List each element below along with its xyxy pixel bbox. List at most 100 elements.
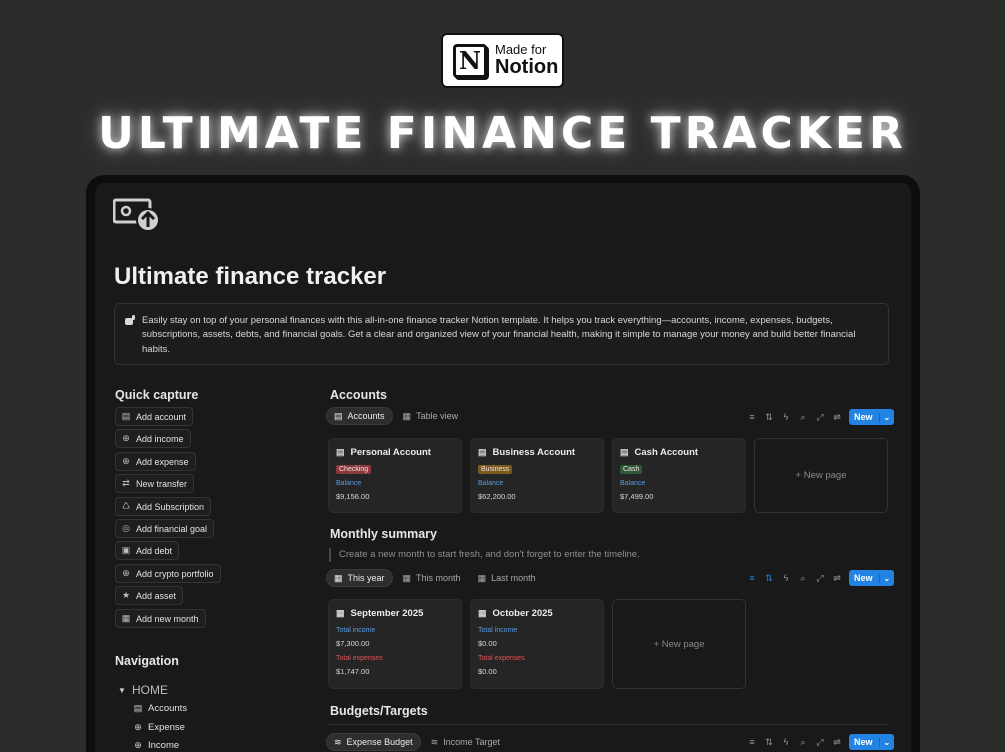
tab-table-view[interactable]: ▦ Table view xyxy=(396,407,466,425)
button-label: Add new month xyxy=(136,613,199,624)
monthly-summary-hint: Create a new month to start fresh, and d… xyxy=(329,548,640,562)
button-label: New transfer xyxy=(136,478,188,489)
automation-icon[interactable]: ϟ xyxy=(778,734,794,750)
month-card[interactable]: ▦ September 2025 Total income $7,300.00 T… xyxy=(328,599,462,689)
card-title-text: Personal Account xyxy=(350,447,431,458)
sort-icon[interactable]: ⇅ xyxy=(761,734,777,750)
search-icon[interactable]: ⌕ xyxy=(795,734,811,750)
total-expenses-label: Total expenses xyxy=(336,655,383,662)
made-for-notion-badge: N Made for Notion xyxy=(441,33,564,88)
calendar-icon: ▦ xyxy=(477,572,487,583)
automation-icon[interactable]: ϟ xyxy=(778,570,794,586)
settings-icon[interactable]: ⇌ xyxy=(829,570,845,586)
money-refresh-icon xyxy=(113,198,160,232)
account-card[interactable]: ▤ Business Account Business Balance $62,2… xyxy=(470,438,604,513)
nav-home-label: HOME xyxy=(132,683,168,697)
nav-item-label: Income xyxy=(148,740,180,751)
balance-value: $62,200.00 xyxy=(478,492,516,501)
target-icon: ◎ xyxy=(122,523,130,533)
tab-income-target[interactable]: ≋ Income Target xyxy=(424,733,507,751)
stack-icon: ≋ xyxy=(430,736,439,747)
nav-home-toggle[interactable]: ▼ HOME xyxy=(117,683,168,697)
add-crypto-portfolio-button[interactable]: ⊕ Add crypto portfolio xyxy=(115,564,221,583)
filter-icon[interactable]: ≡ xyxy=(744,734,760,750)
new-transfer-button[interactable]: ⇄ New transfer xyxy=(115,474,195,493)
nav-item-label: Accounts xyxy=(148,703,188,714)
settings-icon[interactable]: ⇌ xyxy=(829,734,845,750)
tab-expense-budget[interactable]: ≋ Expense Budget xyxy=(326,733,421,751)
monthly-new-button[interactable]: New ⌄ xyxy=(849,570,895,586)
add-subscription-button[interactable]: ♺ Add Subscription xyxy=(115,497,212,516)
card-title-text: September 2025 xyxy=(350,608,424,619)
automation-icon[interactable]: ϟ xyxy=(778,409,794,425)
tab-label: Income Target xyxy=(443,737,501,747)
add-income-button[interactable]: ⊕ Add income xyxy=(115,429,191,448)
new-page-card[interactable]: + New page xyxy=(754,438,888,513)
sort-icon[interactable]: ⇅ xyxy=(761,409,777,425)
account-type-tag: Cash xyxy=(620,465,643,474)
new-page-card[interactable]: + New page xyxy=(612,599,746,689)
account-card[interactable]: ▤ Cash Account Cash Balance $7,499.00 xyxy=(612,438,746,513)
calendar-icon: ▦ xyxy=(334,572,343,583)
wallet-icon: ▤ xyxy=(620,447,629,457)
tab-label: Last month xyxy=(491,573,536,583)
wallet-icon: ▤ xyxy=(336,447,345,457)
button-label: Add expense xyxy=(136,456,189,467)
wallet-icon: ▤ xyxy=(133,703,143,713)
balance-value: $7,499.00 xyxy=(620,492,654,501)
balance-label: Balance xyxy=(620,480,646,487)
tab-this-year[interactable]: ▦ This year xyxy=(326,569,393,587)
add-financial-goal-button[interactable]: ◎ Add financial goal xyxy=(115,519,215,538)
nav-item-income[interactable]: ⊕ Income xyxy=(133,740,179,751)
nav-item-expense[interactable]: ⊕ Expense xyxy=(133,722,185,733)
accounts-new-button[interactable]: New ⌄ xyxy=(849,409,895,425)
chevron-down-icon[interactable]: ⌄ xyxy=(878,737,895,747)
add-account-button[interactable]: ▤ Add account xyxy=(115,407,194,426)
card-title: ▦ September 2025 xyxy=(336,608,454,619)
settings-icon[interactable]: ⇌ xyxy=(829,409,845,425)
calendar-icon: ▦ xyxy=(121,613,131,623)
monthly-summary-tabs: ▦ This year ▦ This month ▦ Last month xyxy=(326,569,546,587)
nav-item-accounts[interactable]: ▤ Accounts xyxy=(133,703,187,714)
hero-title: ULTIMATE FINANCE TRACKER xyxy=(98,108,907,159)
total-income-value: $0.00 xyxy=(478,639,497,648)
account-type-tag: Checking xyxy=(336,465,372,474)
budgets-new-button[interactable]: New ⌄ xyxy=(849,734,895,750)
wallet-icon: ▤ xyxy=(121,411,131,421)
accounts-view-tabs: ▤ Accounts ▦ Table view xyxy=(326,407,468,425)
wallet-icon: ▤ xyxy=(334,410,343,421)
add-debt-button[interactable]: ▣ Add debt xyxy=(115,541,180,560)
chevron-down-icon[interactable]: ⌄ xyxy=(878,573,895,583)
new-page-label: + New page xyxy=(653,638,705,650)
tab-last-month[interactable]: ▦ Last month xyxy=(471,569,543,587)
hand-icon xyxy=(125,315,135,325)
expand-icon[interactable]: ⤢ xyxy=(812,734,828,750)
tab-accounts[interactable]: ▤ Accounts xyxy=(326,407,393,425)
total-expenses-value: $0.00 xyxy=(478,667,497,676)
add-asset-button[interactable]: ★ Add asset xyxy=(115,586,184,605)
card-title: ▦ October 2025 xyxy=(478,608,596,619)
new-label: New xyxy=(854,573,873,583)
filter-icon[interactable]: ≡ xyxy=(744,570,760,586)
search-icon[interactable]: ⌕ xyxy=(795,409,811,425)
arrow-down-circle-icon: ⊕ xyxy=(122,433,130,443)
expand-icon[interactable]: ⤢ xyxy=(812,409,828,425)
card-title: ▤ Personal Account xyxy=(336,447,454,458)
new-label: New xyxy=(854,737,873,747)
expand-icon[interactable]: ⤢ xyxy=(812,570,828,586)
sort-icon[interactable]: ⇅ xyxy=(761,570,777,586)
transfer-icon: ⇄ xyxy=(122,478,130,488)
filter-icon[interactable]: ≡ xyxy=(744,409,760,425)
budgets-tabs: ≋ Expense Budget ≋ Income Target xyxy=(326,733,510,751)
chevron-down-icon[interactable]: ⌄ xyxy=(878,412,895,422)
button-label: Add debt xyxy=(136,545,173,556)
add-expense-button[interactable]: ⊕ Add expense xyxy=(115,452,196,471)
monthly-summary-heading: Monthly summary xyxy=(330,527,437,541)
arrow-down-circle-icon: ⊕ xyxy=(134,740,142,750)
account-type-tag: Business xyxy=(478,465,513,474)
add-new-month-button[interactable]: ▦ Add new month xyxy=(115,609,206,628)
tab-this-month[interactable]: ▦ This month xyxy=(396,569,468,587)
account-card[interactable]: ▤ Personal Account Checking Balance $9,15… xyxy=(328,438,462,513)
month-card[interactable]: ▦ October 2025 Total income $0.00 Total e… xyxy=(470,599,604,689)
search-icon[interactable]: ⌕ xyxy=(795,570,811,586)
